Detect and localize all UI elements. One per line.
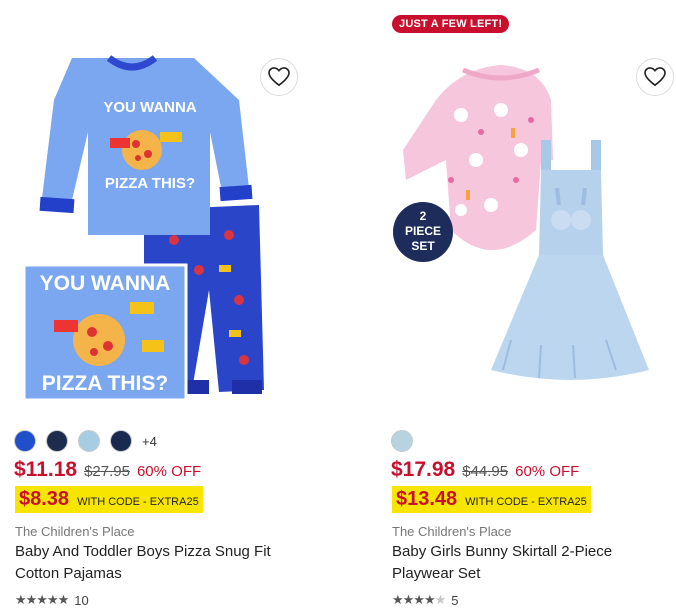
product-image[interactable]: 2 PIECE SET xyxy=(391,40,671,410)
promo-code-text: WITH CODE - EXTRA25 xyxy=(465,496,587,508)
svg-text:YOU WANNA: YOU WANNA xyxy=(103,99,197,116)
svg-text:PIZZA THIS?: PIZZA THIS? xyxy=(105,175,195,192)
color-swatch[interactable] xyxy=(46,430,68,452)
price-row: $11.18 $27.95 60% OFF xyxy=(14,458,201,482)
product-image[interactable]: YOU WANNA PIZZA THIS? YOU WANNA PIZZA TH… xyxy=(14,40,294,410)
low-stock-badge: JUST A FEW LEFT! xyxy=(392,15,510,33)
svg-text:YOU WANNA: YOU WANNA xyxy=(40,272,171,295)
pajama-illustration: YOU WANNA PIZZA THIS? YOU WANNA PIZZA TH… xyxy=(22,55,264,402)
code-price: $13.48 xyxy=(396,488,458,510)
color-swatch[interactable] xyxy=(110,430,132,452)
product-card-bunny-skirtall[interactable]: JUST A FEW LEFT! 2 PIECE SET $17.98 $44.… xyxy=(391,0,676,608)
color-swatch[interactable] xyxy=(14,430,36,452)
heart-icon xyxy=(644,67,666,87)
color-swatches xyxy=(391,430,413,452)
skirtall-illustration: 2 PIECE SET xyxy=(393,65,649,380)
original-price: $44.95 xyxy=(462,463,509,480)
svg-text:PIECE: PIECE xyxy=(405,224,441,238)
review-count: 10 xyxy=(74,592,89,608)
more-colors-link[interactable]: +4 xyxy=(142,434,157,449)
sale-price: $17.98 xyxy=(391,458,456,481)
wishlist-heart-button[interactable] xyxy=(260,58,298,96)
heart-icon xyxy=(268,67,290,87)
product-title-link[interactable]: Baby Girls Bunny Skirtall 2-Piece Playwe… xyxy=(392,541,676,585)
promo-code-price: $8.38 WITH CODE - EXTRA25 xyxy=(15,486,203,513)
promo-code-text: WITH CODE - EXTRA25 xyxy=(77,496,199,508)
svg-text:2: 2 xyxy=(420,209,427,223)
color-swatch[interactable] xyxy=(78,430,100,452)
brand-name: The Children's Place xyxy=(15,524,135,539)
brand-name: The Children's Place xyxy=(392,524,512,539)
price-row: $17.98 $44.95 60% OFF xyxy=(391,458,579,482)
color-swatch[interactable] xyxy=(391,430,413,452)
color-swatches: +4 xyxy=(14,430,157,452)
product-title-link[interactable]: Baby And Toddler Boys Pizza Snug Fit Cot… xyxy=(15,541,300,585)
wishlist-heart-button[interactable] xyxy=(636,58,674,96)
original-price: $27.95 xyxy=(84,463,130,480)
discount-label: 60% OFF xyxy=(515,463,580,480)
svg-text:SET: SET xyxy=(411,239,435,253)
discount-label: 60% OFF xyxy=(136,463,202,480)
code-price: $8.38 xyxy=(19,488,70,510)
sale-price: $11.18 xyxy=(14,458,78,481)
product-card-pizza-pajamas[interactable]: YOU WANNA PIZZA THIS? YOU WANNA PIZZA TH… xyxy=(14,0,304,608)
promo-code-price: $13.48 WITH CODE - EXTRA25 xyxy=(392,486,591,513)
svg-text:PIZZA THIS?: PIZZA THIS? xyxy=(42,372,168,395)
review-count: 5 xyxy=(451,592,459,608)
